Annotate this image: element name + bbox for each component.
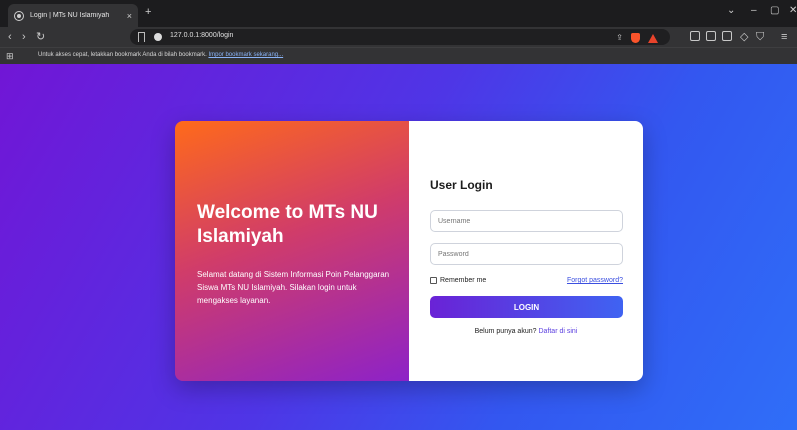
remember-me[interactable]: Remember me <box>430 277 486 284</box>
browser-tab-bar: Login | MTs NU Islamiyah × + ⌄ – ▢ ✕ <box>0 0 797 27</box>
globe-icon <box>14 10 24 21</box>
vpn-icon[interactable]: ◇ <box>740 30 748 44</box>
brave-shield-icon[interactable] <box>631 33 640 43</box>
username-input[interactable] <box>430 210 623 232</box>
reload-icon[interactable]: ↻ <box>36 30 45 44</box>
tab-close-icon[interactable]: × <box>127 11 132 21</box>
share-icon[interactable]: ⇪ <box>616 31 623 45</box>
register-prompt-text: Belum punya akun? <box>474 328 537 335</box>
back-icon[interactable]: ‹ <box>8 30 12 44</box>
bookmark-icon[interactable] <box>138 32 145 42</box>
bookmarks-bar: ⊞ Untuk akses cepat, letakkan bookmark A… <box>0 47 797 64</box>
browser-toolbar: ‹ › ↻ 127.0.0.1:8000/login ⇪ ◇ ⛉ ≡ <box>0 27 797 47</box>
register-prompt: Belum punya akun? Daftar di sini <box>409 328 643 335</box>
welcome-title: Welcome to MTs NU Islamiyah <box>197 202 378 247</box>
remember-label: Remember me <box>440 277 487 284</box>
tab-list-chevron-icon[interactable]: ⌄ <box>727 5 735 16</box>
tab-title: Login | MTs NU Islamiyah <box>30 12 110 19</box>
bookmarks-message: Untuk akses cepat, letakkan bookmark And… <box>38 52 283 58</box>
wallet-icon[interactable] <box>722 31 732 41</box>
welcome-text: Selamat datang di Sistem Informasi Poin … <box>197 270 390 305</box>
browser-tab[interactable]: Login | MTs NU Islamiyah × <box>8 4 138 27</box>
extensions-icon[interactable] <box>690 31 700 41</box>
new-tab-button[interactable]: + <box>145 6 151 18</box>
sidebar-icon[interactable] <box>706 31 716 41</box>
url-text[interactable]: 127.0.0.1:8000/login <box>170 32 233 39</box>
shield-settings-icon[interactable]: ⛉ <box>756 30 764 44</box>
password-input[interactable] <box>430 243 623 265</box>
site-info-icon[interactable] <box>154 33 162 41</box>
address-bar[interactable]: 127.0.0.1:8000/login ⇪ <box>130 29 670 45</box>
form-title: User Login <box>430 178 493 192</box>
welcome-panel: Welcome to MTs NU Islamiyah Selamat data… <box>175 121 409 381</box>
minimize-icon[interactable]: – <box>751 5 757 16</box>
login-button[interactable]: LOGIN <box>430 296 623 318</box>
login-form: User Login Remember me Forgot password? … <box>409 121 643 381</box>
menu-icon[interactable]: ≡ <box>781 30 787 44</box>
page-background: Welcome to MTs NU Islamiyah Selamat data… <box>0 64 797 430</box>
login-card: Welcome to MTs NU Islamiyah Selamat data… <box>175 121 643 381</box>
register-link[interactable]: Daftar di sini <box>538 328 577 335</box>
forward-icon[interactable]: › <box>22 30 26 44</box>
apps-grid-icon[interactable]: ⊞ <box>6 51 14 62</box>
remember-checkbox[interactable] <box>430 277 437 284</box>
maximize-icon[interactable]: ▢ <box>770 5 779 16</box>
bookmarks-hint-text: Untuk akses cepat, letakkan bookmark And… <box>38 52 207 58</box>
close-window-icon[interactable]: ✕ <box>789 5 797 16</box>
import-bookmarks-link[interactable]: Impor bookmark sekarang... <box>208 52 283 58</box>
forgot-password-link[interactable]: Forgot password? <box>567 277 623 284</box>
brave-rewards-icon[interactable] <box>648 33 658 43</box>
